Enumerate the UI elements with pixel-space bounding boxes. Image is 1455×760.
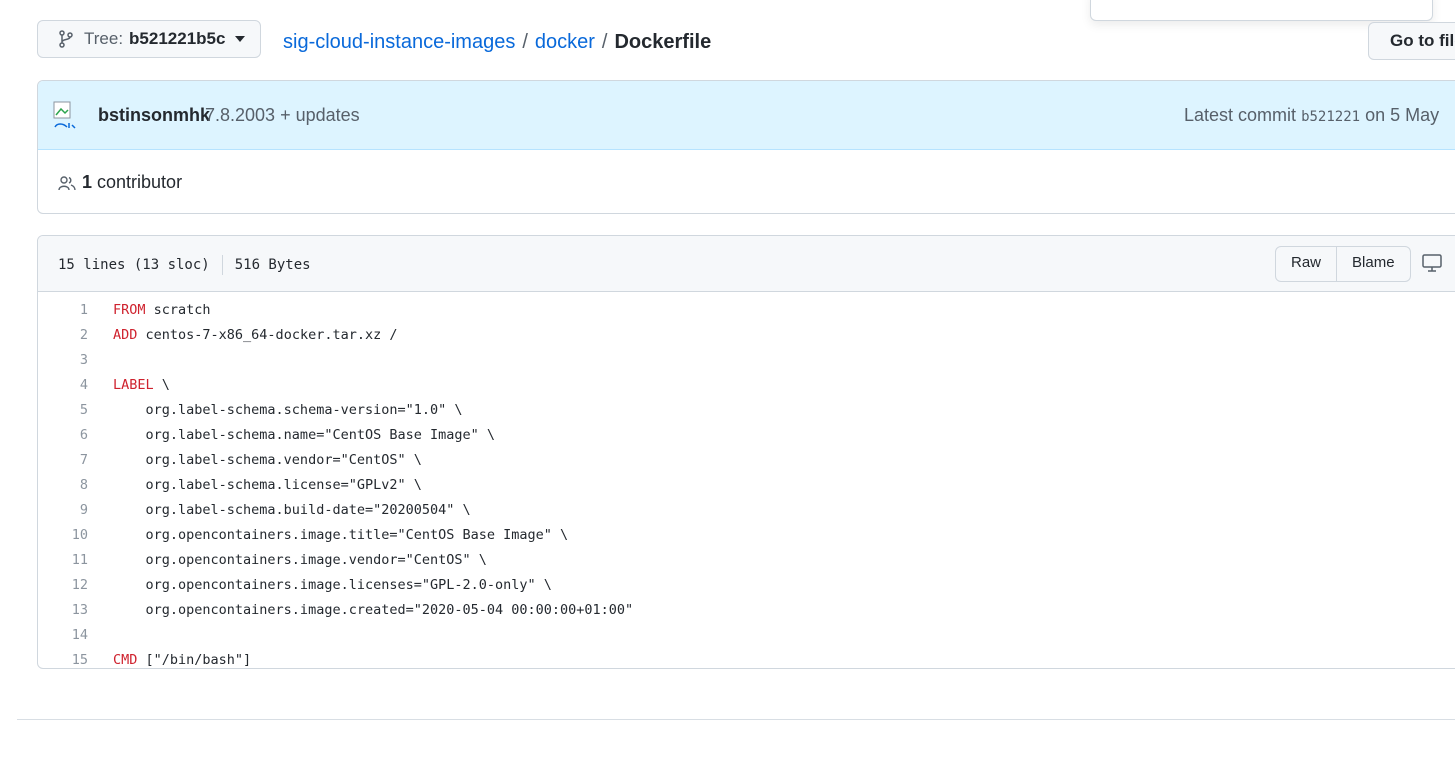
code-line: 4 LABEL \ (38, 373, 1455, 398)
file-size: 516 Bytes (234, 257, 311, 273)
code-line: 1 FROM scratch (38, 298, 1455, 323)
commit-sha-link[interactable]: b521221 (1301, 109, 1360, 125)
code-text: org.label-schema.license="GPLv2" \ (113, 477, 422, 493)
contributors-link[interactable]: 1 contributor (58, 172, 182, 193)
breadcrumb-current-file: Dockerfile (614, 31, 712, 53)
file-info: 15 lines (13 sloc) 516 Bytes (58, 255, 311, 275)
code-line: 6 org.label-schema.name="CentOS Base Ima… (38, 423, 1455, 448)
line-content: org.label-schema.license="GPLv2" \ (113, 473, 422, 498)
line-number[interactable]: 6 (38, 423, 88, 448)
line-number[interactable]: 12 (38, 573, 88, 598)
code-text: org.opencontainers.image.vendor="CentOS"… (113, 552, 487, 568)
line-number[interactable]: 3 (38, 348, 88, 373)
code-line: 8 org.label-schema.license="GPLv2" \ (38, 473, 1455, 498)
code-text: \ (153, 377, 170, 393)
line-number[interactable]: 1 (38, 298, 88, 323)
line-content: org.opencontainers.image.title="CentOS B… (113, 523, 569, 548)
branch-label: Tree: (84, 29, 124, 48)
latest-commit-bar: bstinsonmhk 7.8.2003 + updates Latest co… (38, 81, 1455, 150)
latest-commit-meta: Latest commit b521221 on 5 May (1184, 105, 1439, 126)
divider (221, 255, 223, 275)
line-number[interactable]: 4 (38, 373, 88, 398)
desktop-icon[interactable] (1422, 253, 1442, 273)
code-view: 1 FROM scratch 2 ADD centos-7-x86_64-docker… (38, 292, 1455, 668)
line-number[interactable]: 7 (38, 448, 88, 473)
commit-date: on 5 May (1365, 105, 1440, 125)
code-text: org.opencontainers.image.title="CentOS B… (113, 527, 569, 543)
line-number[interactable]: 11 (38, 548, 88, 573)
code-text: scratch (145, 302, 211, 318)
code-line: 5 org.label-schema.schema-version="1.0" … (38, 398, 1455, 423)
branch-select-button[interactable]: Tree: b521221b5c (37, 20, 261, 58)
file-viewer: 15 lines (13 sloc) 516 Bytes Raw Blame 1… (37, 235, 1455, 669)
breadcrumb-separator: / (601, 31, 608, 53)
code-text: org.label-schema.name="CentOS Base Image… (113, 427, 496, 443)
line-number[interactable]: 14 (38, 623, 88, 648)
breadcrumb-repo-link[interactable]: sig-cloud-instance-images (283, 31, 515, 53)
line-content: org.opencontainers.image.vendor="CentOS"… (113, 548, 487, 573)
code-text: org.label-schema.vendor="CentOS" \ (113, 452, 422, 468)
line-content: org.label-schema.schema-version="1.0" \ (113, 398, 463, 423)
code-text: centos-7-x86_64-docker.tar.xz / (137, 327, 398, 343)
code-text: ["/bin/bash"] (137, 652, 252, 668)
line-content: ADD centos-7-x86_64-docker.tar.xz / (113, 323, 397, 348)
code-text: org.opencontainers.image.licenses="GPL-2… (113, 577, 552, 593)
code-keyword: FROM (113, 302, 146, 318)
contributor-count: 1 (82, 172, 93, 192)
raw-button[interactable]: Raw (1276, 247, 1336, 281)
line-number[interactable]: 15 (38, 648, 88, 668)
latest-commit-label: Latest commit (1184, 105, 1297, 125)
commit-author-link[interactable]: bstinsonmhk (98, 105, 210, 126)
line-number[interactable]: 9 (38, 498, 88, 523)
commit-box: bstinsonmhk 7.8.2003 + updates Latest co… (37, 80, 1455, 214)
line-content: org.label-schema.name="CentOS Base Image… (113, 423, 496, 448)
line-content: org.label-schema.vendor="CentOS" \ (113, 448, 422, 473)
file-actions-group: Raw Blame (1275, 246, 1411, 282)
code-line: 7 org.label-schema.vendor="CentOS" \ (38, 448, 1455, 473)
code-line: 13 org.opencontainers.image.created="202… (38, 598, 1455, 623)
code-line: 15 CMD ["/bin/bash"] (38, 648, 1455, 668)
line-content: org.opencontainers.image.created="2020-0… (113, 598, 634, 623)
chevron-down-icon (235, 36, 246, 42)
branch-value: b521221b5c (129, 29, 226, 48)
code-text: org.label-schema.schema-version="1.0" \ (113, 402, 463, 418)
code-line: 10 org.opencontainers.image.title="CentO… (38, 523, 1455, 548)
line-content: FROM scratch (113, 298, 211, 323)
breadcrumb-separator: / (522, 31, 528, 53)
git-branch-icon (59, 30, 73, 48)
go-to-file-button[interactable]: Go to file (1368, 22, 1455, 60)
code-text: org.opencontainers.image.created="2020-0… (113, 602, 634, 618)
file-line-count: 15 lines (13 sloc) (58, 257, 210, 273)
code-keyword: CMD (113, 652, 138, 668)
code-line: 3 (38, 348, 1455, 373)
code-line: 9 org.label-schema.build-date="20200504"… (38, 498, 1455, 523)
code-line: 11 org.opencontainers.image.vendor="Cent… (38, 548, 1455, 573)
people-icon (58, 175, 76, 190)
file-header: 15 lines (13 sloc) 516 Bytes Raw Blame (38, 236, 1455, 292)
contributor-label: contributor (97, 172, 183, 192)
line-number[interactable]: 13 (38, 598, 88, 623)
blame-button[interactable]: Blame (1336, 247, 1410, 281)
line-number[interactable]: 5 (38, 398, 88, 423)
commit-message-link[interactable]: 7.8.2003 + updates (205, 105, 360, 126)
line-content: org.label-schema.build-date="20200504" \ (113, 498, 471, 523)
contributors-row: 1 contributor (38, 150, 1455, 213)
line-content: CMD ["/bin/bash"] (113, 648, 252, 668)
code-line: 12 org.opencontainers.image.licenses="GP… (38, 573, 1455, 598)
dropdown-popover (1090, 0, 1433, 21)
code-keyword: ADD (113, 327, 138, 343)
line-number[interactable]: 10 (38, 523, 88, 548)
code-line: 2 ADD centos-7-x86_64-docker.tar.xz / (38, 323, 1455, 348)
line-number[interactable]: 8 (38, 473, 88, 498)
code-keyword: LABEL (113, 377, 154, 393)
breadcrumb: sig-cloud-instance-images / docker / Dockerf… (283, 28, 711, 56)
avatar[interactable] (53, 101, 79, 129)
footer-divider (17, 719, 1455, 720)
code-text: org.label-schema.build-date="20200504" \ (113, 502, 471, 518)
line-number[interactable]: 2 (38, 323, 88, 348)
line-content: LABEL \ (113, 373, 170, 398)
line-content: org.opencontainers.image.licenses="GPL-2… (113, 573, 552, 598)
code-line: 14 (38, 623, 1455, 648)
breadcrumb-dir-link[interactable]: docker (535, 31, 595, 53)
